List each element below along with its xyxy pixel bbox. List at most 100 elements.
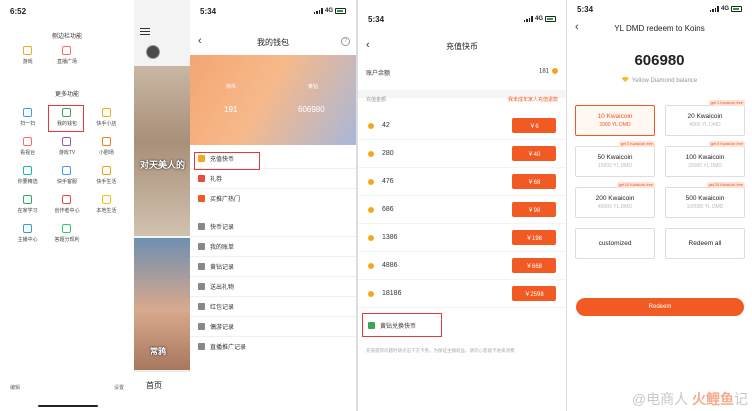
common-functions-grid: 游戏 直播广场 [8, 46, 126, 65]
wallet-menu-item[interactable]: 快币记录 [190, 216, 356, 236]
watermark: @电商人 火鲤鱼记 [632, 389, 748, 409]
recharge-price-button[interactable]: ￥98 [512, 202, 556, 217]
live-icon [62, 46, 72, 55]
menu-item-game-tv[interactable]: 游戏TV [47, 137, 86, 156]
game-icon [23, 46, 33, 55]
menu-icon[interactable] [140, 28, 150, 35]
wallet-menu-label: 我的账单 [210, 245, 235, 251]
wallet-menu-item[interactable]: 偶游记录 [190, 316, 356, 336]
redeem-option-cost: 40000 YL DMD [598, 204, 632, 210]
menu-item-label: 看视台 [20, 150, 36, 156]
coin-icon [552, 68, 558, 74]
home-indicator [38, 405, 98, 407]
wallet-menu-label: 礼券 [210, 177, 223, 183]
recharge-price-button[interactable]: ￥6 [512, 118, 556, 133]
video-caption: 对天美人的 [140, 160, 186, 170]
wallet-panel: 5:34 4G ‹ 我的钱包 ? 快币 191 黄钻 606980 充值快币 礼券… [190, 0, 356, 411]
bonus-tag: get 10 Kwaicoin free [616, 182, 655, 188]
redeem-option[interactable]: 200 Kwaicoin 40000 YL DMD get 10 Kwaicoin … [575, 182, 655, 218]
signal-indicator: 4G [709, 6, 742, 12]
wallet-menu-item[interactable]: 买推广热门 [190, 188, 356, 208]
menu-item-theater[interactable]: 小剧场 [87, 137, 126, 156]
recharge-option-row: 686 ￥98 [358, 196, 566, 224]
amount-label: 充值金额 [366, 97, 387, 103]
diamond-label: 黄钻 [308, 84, 319, 90]
tab-home[interactable]: 首页 [146, 380, 162, 391]
menu-item-life[interactable]: 快手生活 [87, 166, 126, 185]
game-tv-icon [62, 137, 72, 146]
menu-item-label: 快手客服 [56, 179, 77, 185]
refund-link[interactable]: 我未成年家人充值退款 [508, 96, 558, 103]
wallet-menu-item[interactable]: 红包记录 [190, 296, 356, 316]
recharge-price-button[interactable]: ￥2598 [512, 286, 556, 301]
wallet-menu-item[interactable]: 黄钻记录 [190, 256, 356, 276]
signal-bars-icon [313, 8, 323, 14]
menu-item-label: 主播中心 [17, 237, 38, 243]
redeem-panel: 5:34 4G ‹ YL DMD redeem to Koins 606980 … [567, 0, 752, 411]
menu-item-local[interactable]: 本地生活 [87, 195, 126, 214]
back-arrow-icon[interactable]: ‹ [366, 39, 370, 51]
avatar[interactable] [146, 45, 160, 59]
video-thumbnail[interactable] [134, 66, 190, 236]
redeem-option[interactable]: 100 Kwaicoin 20000 YL DMD get 5 Kwaicoin f… [665, 141, 745, 177]
recharge-price-button[interactable]: ￥198 [512, 230, 556, 245]
side-menu-panel: 6:52 侧边栏功能 游戏 直播广场 更多功能 扫一扫 我的钱包 快手小店 看视台 游戏T… [0, 0, 134, 411]
back-arrow-icon[interactable]: ‹ [198, 35, 202, 47]
recharge-price-button[interactable]: ￥668 [512, 258, 556, 273]
diamond-value: 606980 [298, 105, 325, 114]
redeem-option[interactable]: 20 Kwaicoin 4000 YL DMD get 1 Kwaicoin fre… [665, 100, 745, 136]
composite-screenshot: 6:52 侧边栏功能 游戏 直播广场 更多功能 扫一扫 我的钱包 快手小店 看视台 游戏T… [0, 0, 752, 411]
menu-item-creator[interactable]: 创作者中心 [47, 195, 86, 214]
menu-item-tv[interactable]: 看视台 [8, 137, 47, 156]
redeem-option[interactable]: customized [575, 228, 655, 259]
menu-item-quiz[interactable]: 答题分现利 [47, 224, 86, 243]
menu-item-select[interactable]: 你要精选 [8, 166, 47, 185]
redeem-button[interactable]: Redeem [576, 298, 744, 316]
redeem-option[interactable]: 500 Kwaicoin 100000 YL DMD get 25 Kwaicoin… [665, 182, 745, 218]
video-caption: 常鸦 [150, 347, 166, 356]
menu-item-study[interactable]: 在家学习 [8, 195, 47, 214]
bonus-tag: get 5 Kwaicoin free [708, 141, 745, 147]
wallet-menu-item[interactable]: 我的账单 [190, 236, 356, 256]
menu-item-game[interactable]: 游戏 [8, 46, 47, 65]
wallet-menu-item[interactable]: 礼券 [190, 168, 356, 188]
help-icon[interactable]: ? [341, 37, 350, 46]
recharge-price-button[interactable]: ￥68 [512, 174, 556, 189]
menu-item-label: 小剧场 [98, 150, 114, 156]
wallet-menu-label: 送出礼物 [210, 285, 235, 291]
redeem-option[interactable]: Redeem all [665, 228, 745, 259]
recharge-highlight-box [194, 152, 260, 170]
recharge-option-row: 42 ￥6 [358, 112, 566, 140]
menu-item-service[interactable]: 快手客服 [47, 166, 86, 185]
menu-item-live[interactable]: 直播广场 [47, 46, 86, 65]
recharge-amount: 4886 [382, 262, 398, 269]
edit-link[interactable]: 编辑 [10, 384, 20, 391]
menu-item-label: 答题分现利 [54, 237, 80, 243]
diamond-icon [621, 77, 629, 82]
wallet-menu-item[interactable]: 直播推广记录 [190, 336, 356, 356]
coin-value: 191 [224, 105, 238, 114]
recharge-option-row: 280 ￥40 [358, 140, 566, 168]
recharge-options-list: 42 ￥6 280 ￥40 476 ￥68 686 ￥98 1386 ￥198 4886 ￥668 18… [358, 112, 566, 308]
menu-item-label: 本地生活 [96, 208, 117, 214]
settings-link[interactable]: 设置 [114, 384, 124, 391]
redeem-option[interactable]: 10 Kwaicoin 2000 YL DMD [575, 105, 655, 136]
wallet-menu-item[interactable]: 送出礼物 [190, 276, 356, 296]
coin-icon [368, 178, 374, 185]
back-arrow-icon[interactable]: ‹ [575, 21, 579, 33]
menu-item-anchor[interactable]: 主播中心 [8, 224, 47, 243]
nav-bar: ‹ 充值快币 [358, 36, 566, 56]
menu-item-shop[interactable]: 快手小店 [87, 108, 126, 127]
wallet-menu-label: 直播推广记录 [210, 345, 247, 351]
wallet-highlight-box [48, 105, 84, 132]
battery-icon [335, 8, 346, 14]
quiz-icon [62, 224, 72, 233]
recharge-price-button[interactable]: ￥40 [512, 146, 556, 161]
coin-icon [368, 234, 374, 241]
menu-item-scan[interactable]: 扫一扫 [8, 108, 47, 127]
recharge-amount: 280 [382, 150, 394, 157]
status-bar: 5:34 4G [190, 0, 356, 22]
page-title: 充值快币 [446, 41, 478, 51]
signal-bars-icon [709, 6, 719, 12]
redeem-option[interactable]: 50 Kwaicoin 10000 YL DMD get 2 Kwaicoin fr… [575, 141, 655, 177]
